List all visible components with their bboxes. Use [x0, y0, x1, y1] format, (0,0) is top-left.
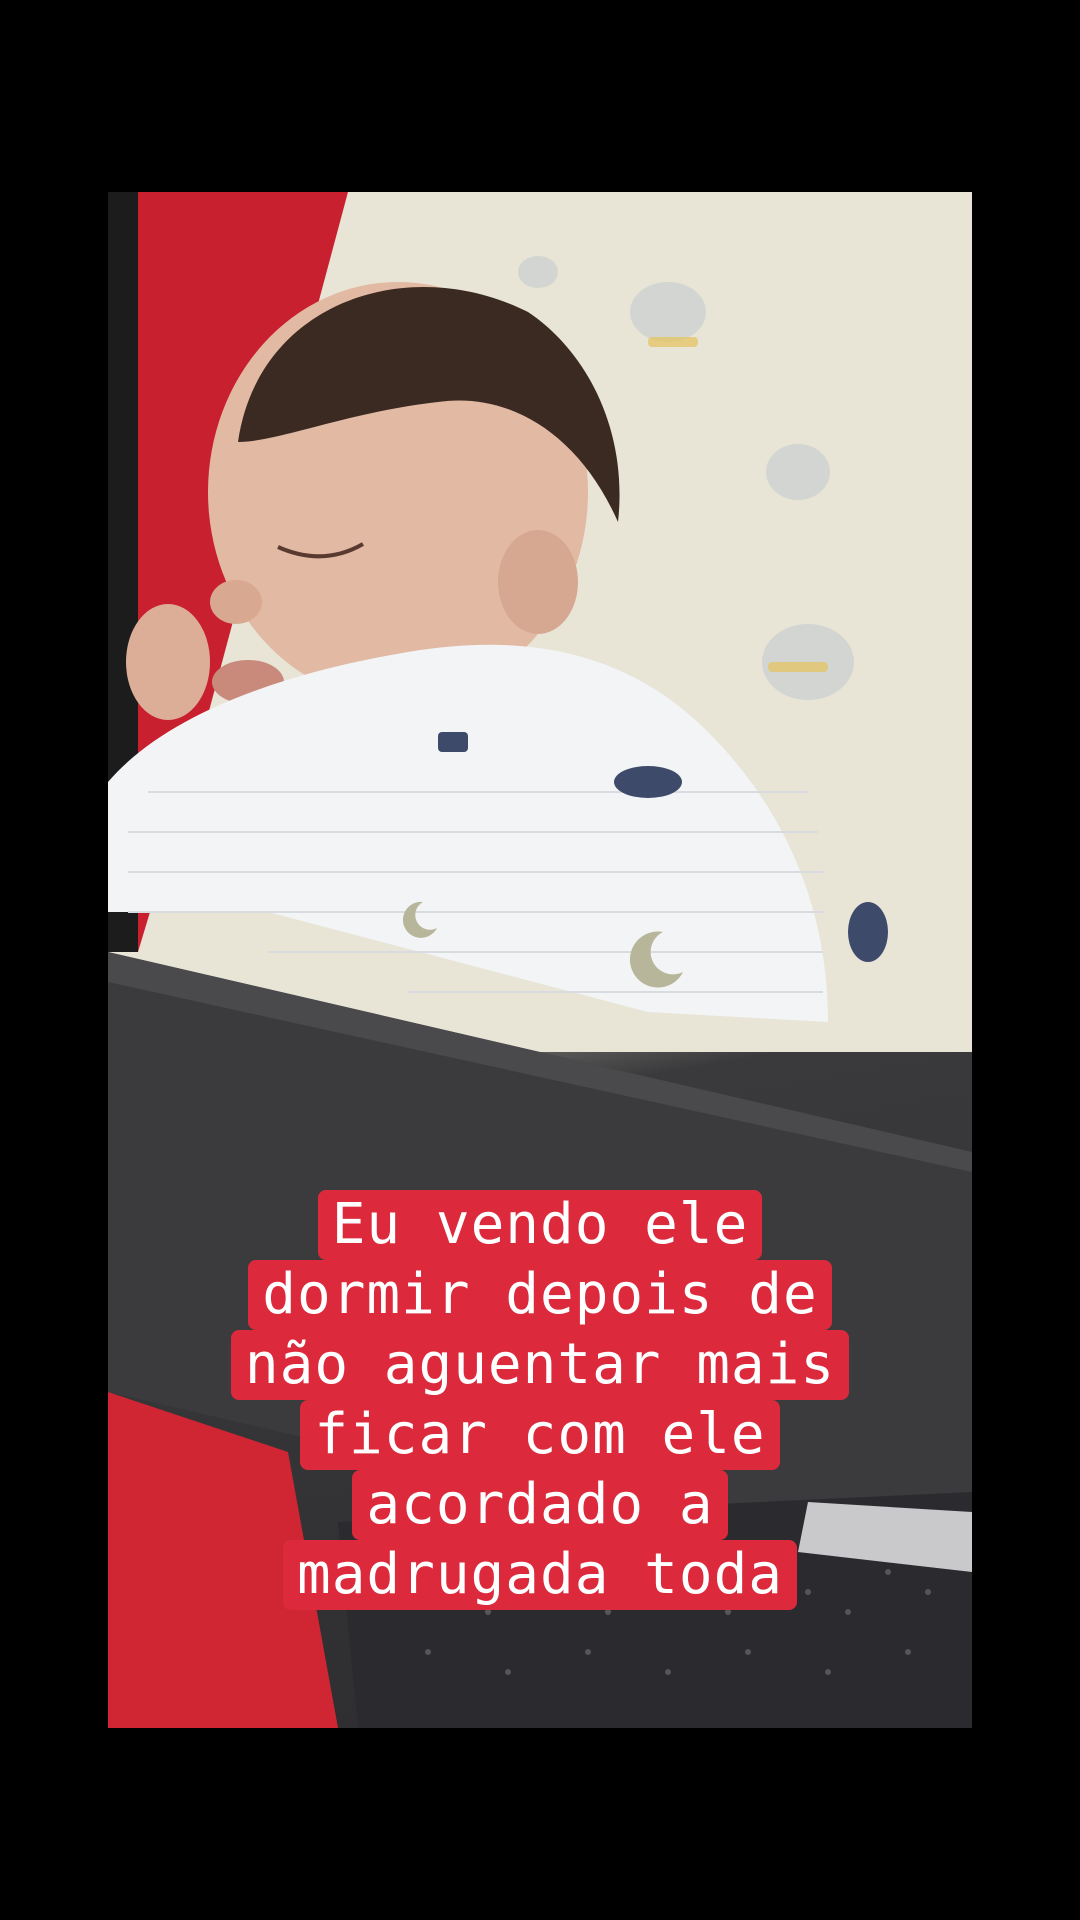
caption-line-5: acordado a [352, 1470, 728, 1540]
caption-line-4: ficar com ele [300, 1400, 780, 1470]
story-caption: Eu vendo ele dormir depois de não aguent… [108, 1190, 972, 1610]
caption-line-3: não aguentar mais [230, 1330, 850, 1400]
caption-line-2: dormir depois de [248, 1260, 832, 1330]
caption-line-1: Eu vendo ele [317, 1190, 763, 1260]
caption-line-6: madrugada toda [282, 1540, 797, 1610]
